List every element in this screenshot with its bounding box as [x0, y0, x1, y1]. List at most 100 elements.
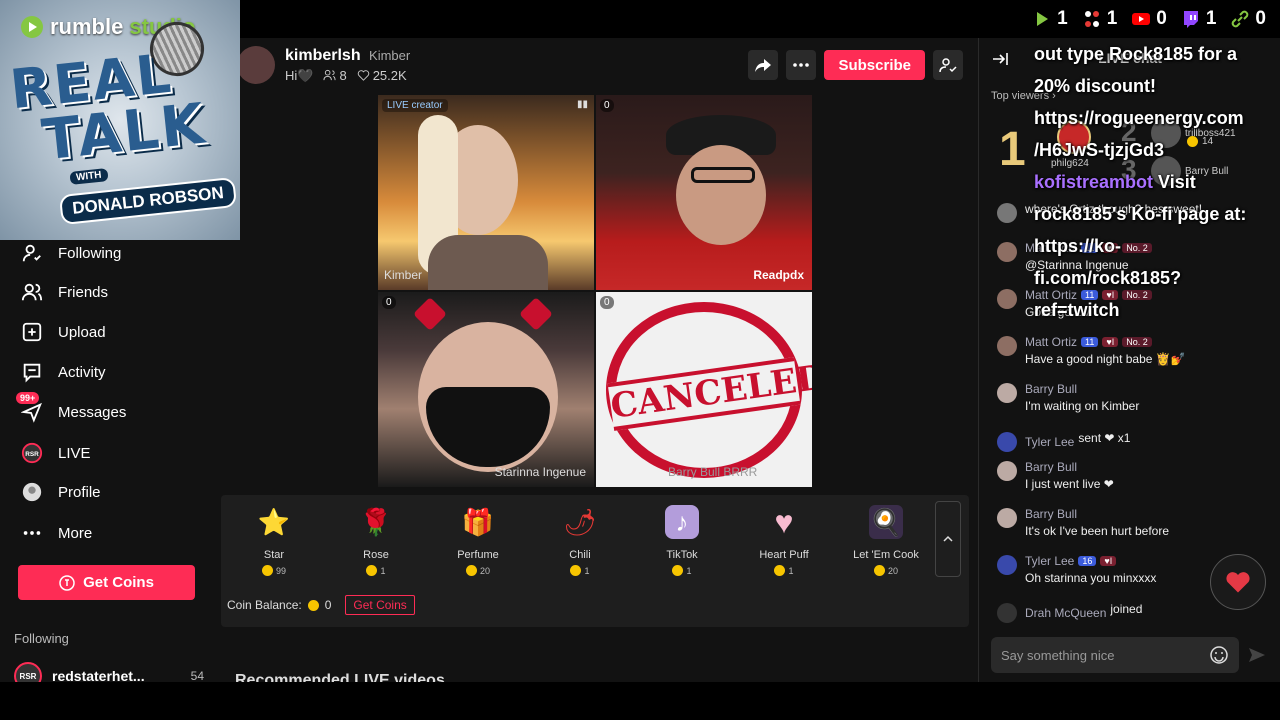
guest-tile-readpdx[interactable]: 0 Readpdx — [596, 95, 812, 290]
emoji-icon[interactable] — [1209, 645, 1229, 665]
chat-username[interactable]: Drah McQueen — [1025, 602, 1106, 623]
mute-indicator: ▮▮ — [576, 99, 588, 110]
guest-name: Kimber — [384, 268, 423, 282]
sidebar-item-friends[interactable]: Friends — [20, 280, 108, 304]
glasses — [691, 167, 755, 183]
gift-rose[interactable]: 🌹 Rose 1 — [326, 505, 426, 576]
sidebar-item-profile[interactable]: Profile — [20, 480, 101, 504]
profile-icon — [20, 480, 44, 504]
chat-username[interactable]: Matt Ortiz — [1025, 335, 1077, 349]
streamer-avatar[interactable] — [237, 46, 275, 84]
cat-ear-right — [519, 297, 553, 331]
kick-viewers: 1 — [1082, 8, 1117, 30]
avatar[interactable] — [997, 555, 1017, 575]
live-creator-badge: LIVE creator — [382, 99, 448, 112]
rumble-viewers: 1 — [1032, 8, 1068, 30]
guest-name: Readpdx — [753, 268, 804, 282]
avatar[interactable] — [997, 203, 1017, 223]
fan-badge: ♥I — [1102, 337, 1119, 347]
friends-icon — [20, 280, 44, 304]
heart-outline-icon — [357, 70, 369, 81]
chat-username[interactable]: Tyler Lee — [1025, 431, 1074, 452]
tile-coin-badge: 0 — [382, 296, 396, 309]
join-icon — [997, 603, 1017, 623]
avatar[interactable] — [997, 432, 1017, 452]
like-count: 25.2K — [357, 68, 407, 83]
send-icon — [1249, 648, 1265, 662]
guest-tile-kimber[interactable]: LIVE creator Kimber ▮▮ — [378, 95, 594, 290]
ellipsis-icon — [793, 63, 810, 67]
sidebar-item-more[interactable]: More — [20, 521, 92, 545]
sidebar-item-live[interactable]: RSR LIVE — [20, 441, 91, 465]
following-section-header: Following — [14, 631, 69, 646]
live-main-area: kimberlsh Kimber Hi🖤 8 25.2K Subscribe L… — [213, 38, 977, 682]
fan-badge: ♥I — [1100, 556, 1117, 566]
gift-let-em-cook[interactable]: 🍳 Let 'Em Cook 20 — [836, 505, 936, 576]
send-button[interactable] — [1247, 645, 1267, 670]
streamer-name[interactable]: kimberlsh — [285, 47, 361, 64]
chat-username[interactable]: Barry Bull — [1025, 382, 1077, 396]
coin-icon — [774, 565, 786, 576]
chat-input[interactable]: Say something nice — [991, 637, 1239, 673]
sidebar-item-messages[interactable]: 99+ Messages — [16, 392, 126, 424]
following-user-item[interactable]: RSR redstaterhet... 54 — [14, 662, 204, 682]
coin-icon — [672, 565, 684, 576]
follow-button[interactable] — [933, 50, 963, 80]
show-logo: rumble studio REAL TALK WITH DONALD ROBS… — [0, 0, 240, 240]
gift-chili[interactable]: 🌶 Chili 1 — [530, 505, 630, 576]
avatar[interactable] — [997, 508, 1017, 528]
streamer-bio: Hi🖤 — [285, 67, 314, 83]
tile-coin-badge: 0 — [600, 99, 614, 112]
activity-icon — [20, 360, 44, 384]
kick-icon — [1084, 11, 1099, 27]
rose-gift-icon: 🌹 — [359, 506, 393, 537]
streamer-header: kimberlsh Kimber Hi🖤 8 25.2K — [237, 46, 410, 84]
level-badge: 11 — [1081, 337, 1099, 347]
gift-star[interactable]: ⭐ Star 99 — [224, 505, 324, 576]
youtube-icon — [1132, 13, 1151, 25]
avatar: RSR — [14, 662, 42, 682]
more-options-button[interactable] — [786, 50, 817, 80]
guest-tile-starinna[interactable]: 0 Starinna Ingenue — [378, 292, 594, 487]
gift-heart-puff[interactable]: ♥ Heart Puff 1 — [734, 504, 834, 576]
stream-actions: Subscribe — [748, 50, 963, 80]
gift-tiktok[interactable]: ♪ TikTok 1 — [632, 505, 732, 576]
subscribe-button[interactable]: Subscribe — [824, 50, 925, 80]
coin-icon — [261, 565, 273, 576]
gift-perfume[interactable]: 🎁 Perfume 20 — [428, 505, 528, 576]
level-badge: 16 — [1078, 556, 1097, 566]
get-coins-button[interactable]: Get Coins — [18, 565, 195, 600]
coin-icon — [570, 565, 582, 576]
chat-username[interactable]: Tyler Lee — [1025, 554, 1074, 568]
gifts-panel: ⭐ Star 99 🌹 Rose 1 🎁 Perfume 20 🌶 Chili … — [221, 495, 969, 627]
streamer-nickname: Kimber — [369, 47, 411, 63]
sidebar-item-following[interactable]: Following — [20, 241, 121, 265]
avatar[interactable] — [997, 461, 1017, 481]
avatar[interactable] — [997, 242, 1017, 262]
chat-username[interactable]: Barry Bull — [1025, 507, 1077, 521]
stream-chat-overlay: out type Rock8185 for a 20% discount! ht… — [1034, 44, 1247, 320]
like-heart-button[interactable] — [1210, 554, 1266, 610]
balance-get-coins-button[interactable]: Get Coins — [345, 595, 415, 615]
chevron-up-icon — [943, 535, 953, 542]
twitch-viewers: 1 — [1181, 8, 1216, 30]
guest-tile-canceled[interactable]: 0 CANCELED Barry Bull BRRR — [596, 292, 812, 487]
chat-username[interactable]: Barry Bull — [1025, 460, 1077, 474]
chat-message: Barry Bull It's ok I've been hurt before — [997, 507, 1267, 538]
multi-guest-video-grid: LIVE creator Kimber ▮▮ 0 Readpdx 0 Stari… — [378, 95, 812, 487]
avatar[interactable] — [997, 336, 1017, 356]
chat-gift-message: Tyler Lee sent ❤ x1 — [997, 431, 1267, 452]
avatar[interactable] — [997, 289, 1017, 309]
coin-icon — [465, 565, 477, 576]
youtube-viewers: 0 — [1131, 8, 1167, 30]
sidebar-item-upload[interactable]: Upload — [20, 320, 106, 344]
share-button[interactable] — [748, 50, 779, 80]
follow-check-icon — [939, 58, 957, 73]
avatar[interactable] — [997, 383, 1017, 403]
chili-gift-icon: 🌶 — [563, 506, 597, 537]
sidebar-item-activity[interactable]: Activity — [20, 360, 106, 384]
expand-gifts-button[interactable] — [935, 501, 961, 577]
viewer-count: 8 — [323, 68, 347, 83]
link-icon — [1232, 10, 1249, 28]
coin-icon — [59, 574, 75, 591]
